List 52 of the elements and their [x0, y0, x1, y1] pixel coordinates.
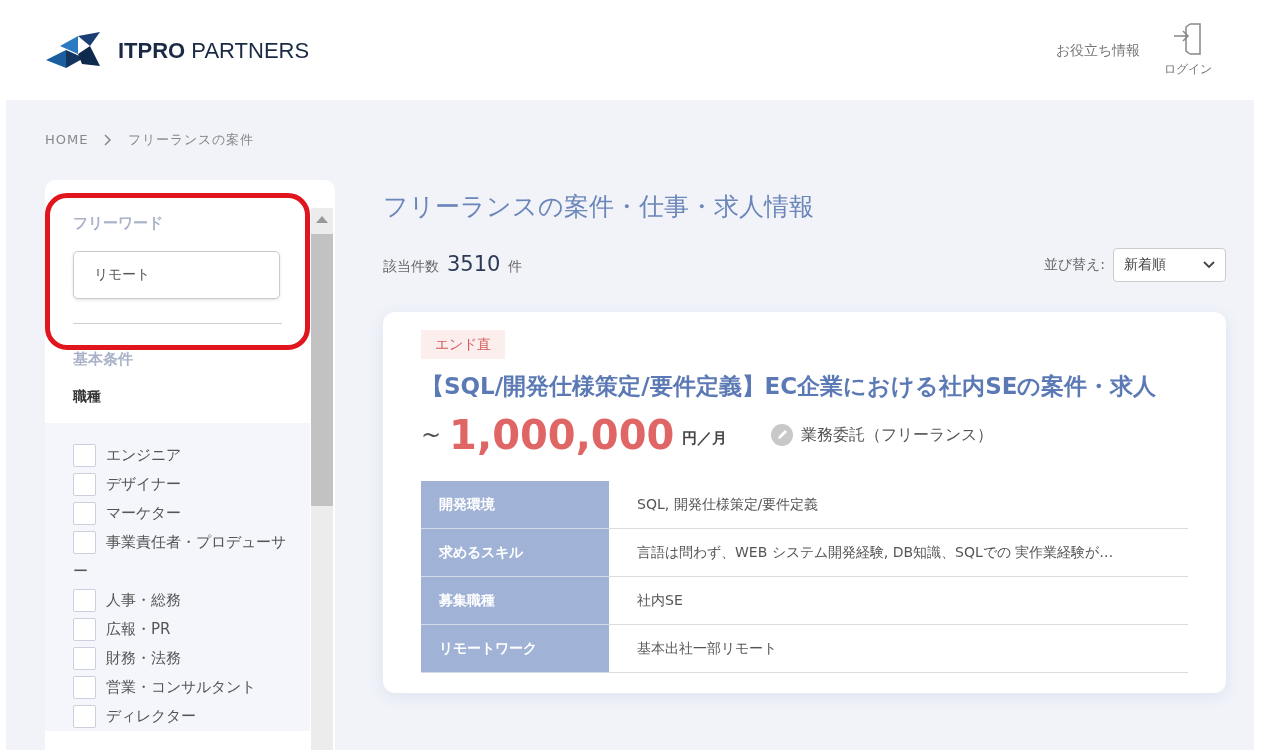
checkbox-option[interactable]: ディレクター	[73, 702, 300, 731]
checkbox-option[interactable]: エンジニア	[73, 441, 300, 470]
contract-type: 業務委託（フリーランス）	[801, 423, 994, 446]
detail-label: 募集職種	[421, 576, 609, 625]
checkbox[interactable]	[73, 618, 96, 641]
detail-value: 言語は問わず、WEB システム開発経験, DB知識、SQLでの 実作業経験が…	[609, 528, 1188, 577]
logo-icon	[46, 32, 102, 68]
price-unit: 円／月	[682, 428, 728, 450]
sort-dropdown[interactable]: 新着順	[1113, 247, 1226, 282]
sort-label: 並び替え:	[1044, 255, 1105, 274]
nav-link[interactable]: お役立ち情報	[1056, 39, 1140, 61]
checkbox-option[interactable]: 広報・PR	[73, 615, 300, 644]
checkbox[interactable]	[73, 647, 96, 670]
chevron-down-icon	[1203, 260, 1215, 269]
checkbox-option[interactable]: 財務・法務	[73, 644, 300, 673]
result-count: 3510	[447, 250, 501, 278]
detail-label: リモートワーク	[421, 624, 609, 673]
count-label: 該当件数	[383, 256, 439, 276]
checkbox[interactable]	[73, 473, 96, 496]
pencil-icon	[771, 423, 794, 446]
section-title: 基本条件	[73, 348, 134, 370]
checkbox-option[interactable]: 事業責任者・プロデューサー	[73, 528, 300, 586]
detail-value: SQL, 開発仕様策定/要件定義	[609, 480, 1188, 529]
detail-value: 基本出社一部リモート	[609, 624, 1188, 673]
detail-label: 求めるスキル	[421, 528, 609, 577]
checkbox-option[interactable]: 人事・総務	[73, 586, 300, 615]
checkbox[interactable]	[73, 589, 96, 612]
checkbox-option[interactable]: マーケター	[73, 499, 300, 528]
checkbox[interactable]	[73, 705, 96, 728]
checkbox[interactable]	[73, 676, 96, 699]
checkbox[interactable]	[73, 502, 96, 525]
scrollbar[interactable]	[311, 208, 333, 750]
field-label: フリーワード	[73, 213, 164, 234]
login-button[interactable]: ログイン	[1164, 22, 1212, 78]
detail-value: 社内SE	[609, 576, 1188, 625]
detail-label: 開発環境	[421, 480, 609, 529]
price-prefix: ~	[421, 419, 442, 451]
page-title: フリーランスの案件・仕事・求人情報	[383, 191, 815, 223]
checkbox-option[interactable]: 営業・コンサルタント	[73, 673, 300, 702]
chevron-right-icon	[104, 134, 113, 146]
count-unit: 件	[508, 256, 523, 276]
scroll-thumb[interactable]	[311, 234, 333, 506]
group-title: 職種	[73, 387, 102, 406]
checkbox-option[interactable]: デザイナー	[73, 470, 300, 499]
checkbox[interactable]	[73, 444, 96, 467]
freeword-input[interactable]: リモート	[73, 250, 280, 299]
scroll-up-icon[interactable]	[316, 216, 328, 223]
checkbox[interactable]	[73, 531, 96, 554]
logo-text[interactable]: ITPRO PARTNERS	[118, 33, 310, 67]
price: 1,000,000	[449, 410, 675, 460]
job-title[interactable]: 【SQL/開発仕様策定/要件定義】EC企業における社内SEの案件・求人	[421, 366, 1188, 405]
job-tag: エンド直	[421, 329, 505, 359]
